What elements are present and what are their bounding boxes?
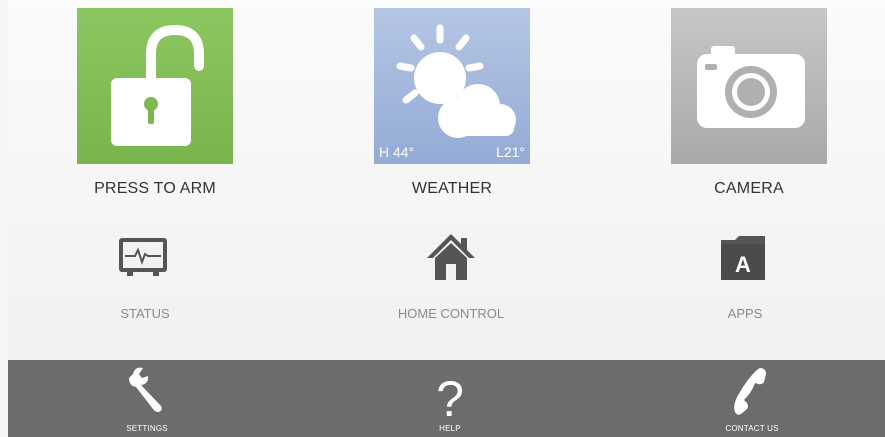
home-control-label: HOME CONTROL — [397, 306, 505, 321]
weather-high-temp: H 44° — [379, 144, 415, 160]
apps-label: APPS — [727, 306, 763, 321]
weather-tile[interactable]: H 44° L21° — [374, 8, 530, 164]
help-glyph: ? — [436, 371, 464, 422]
phone-handset-icon — [734, 368, 766, 415]
monitor-heartbeat-icon — [119, 238, 167, 276]
weather-label: WEATHER — [411, 180, 493, 197]
wrench-icon — [129, 367, 162, 412]
house-icon — [427, 234, 475, 280]
help-label: HELP — [439, 424, 461, 433]
apps-folder-icon: A — [721, 236, 765, 280]
camera-icon — [697, 46, 805, 128]
press-to-arm-label: PRESS TO ARM — [94, 180, 216, 197]
camera-tile[interactable] — [671, 8, 827, 164]
status-button[interactable]: STATUS — [45, 228, 245, 328]
sun-cloud-icon — [396, 24, 516, 138]
bottom-navigation-bar: SETTINGS ? HELP CONTACT US — [8, 360, 885, 437]
settings-label: SETTINGS — [126, 424, 168, 433]
contact-us-label: CONTACT US — [725, 424, 779, 433]
unlocked-padlock-icon — [111, 24, 204, 146]
apps-glyph: A — [735, 252, 751, 277]
question-mark-icon: ? — [436, 371, 464, 422]
help-button[interactable]: ? HELP — [380, 360, 520, 437]
contact-us-button[interactable]: CONTACT US — [682, 360, 822, 437]
press-to-arm-tile[interactable] — [77, 8, 233, 164]
camera-label: CAMERA — [714, 180, 784, 197]
settings-button[interactable]: SETTINGS — [77, 360, 217, 437]
apps-button[interactable]: A APPS — [645, 228, 845, 328]
home-control-button[interactable]: HOME CONTROL — [351, 228, 551, 328]
status-label: STATUS — [120, 306, 170, 321]
weather-low-temp: L21° — [496, 144, 525, 160]
